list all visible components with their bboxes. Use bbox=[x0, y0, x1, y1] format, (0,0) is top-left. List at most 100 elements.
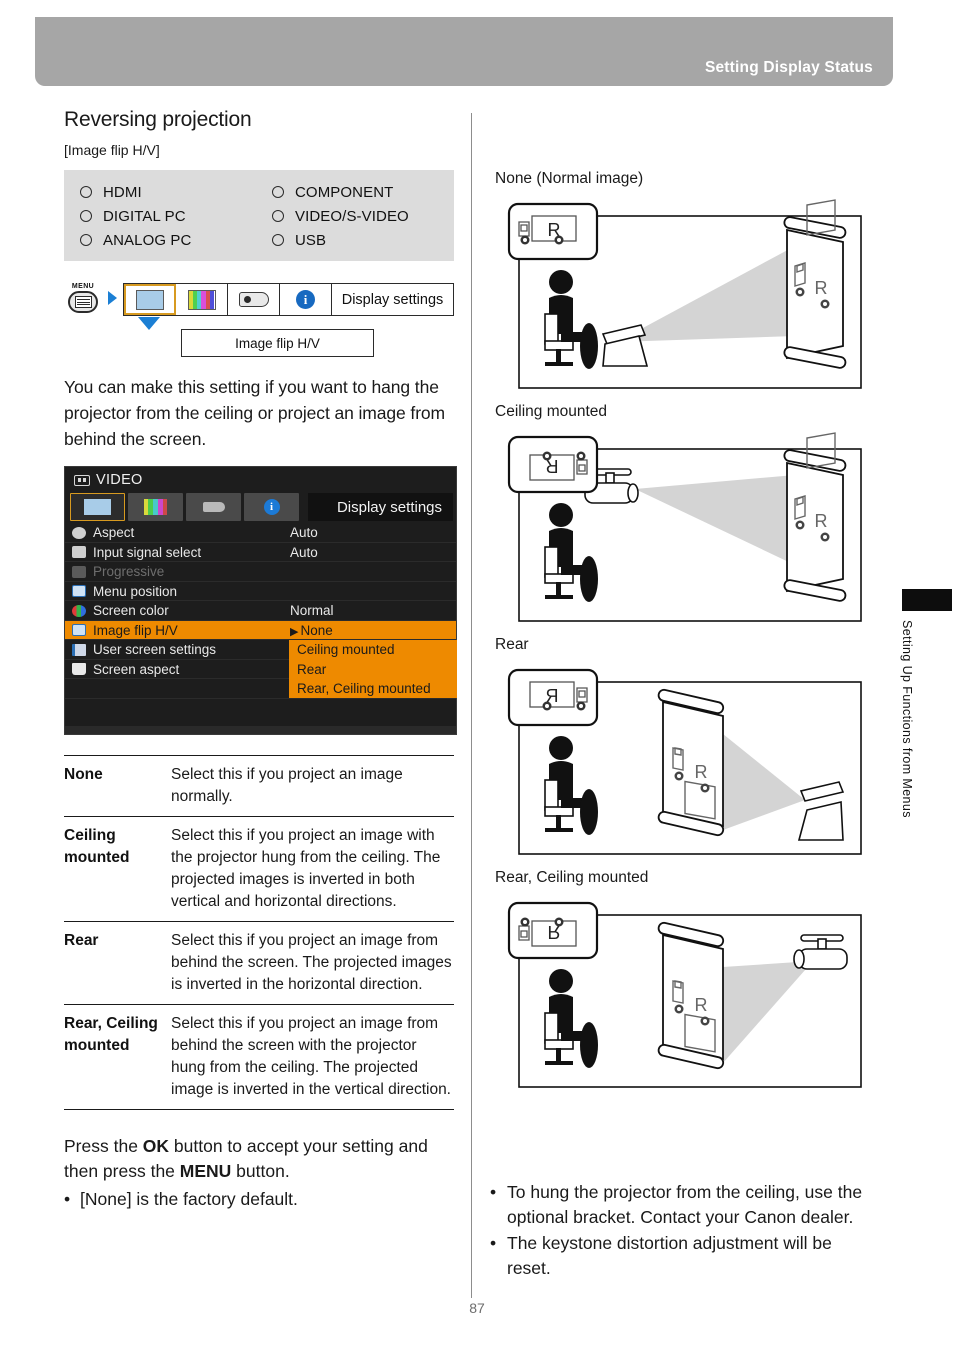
closing-text-c: button. bbox=[231, 1161, 290, 1182]
display-screen-icon[interactable] bbox=[124, 284, 176, 316]
screen-glyph bbox=[136, 289, 164, 310]
image-flip-icon bbox=[72, 624, 86, 636]
options-description-table: None Select this if you project an image… bbox=[64, 754, 454, 1110]
osd-tab-system-information[interactable]: i bbox=[244, 493, 299, 522]
osd-panel-title: Display settings bbox=[308, 493, 453, 522]
osd-row-label: Menu position bbox=[93, 583, 178, 599]
projector-glyph bbox=[238, 292, 269, 308]
osd-row-label: Image flip H/V bbox=[93, 622, 178, 638]
signal-item-video-s-video: VIDEO/S-VIDEO bbox=[272, 208, 454, 225]
osd-row-menu-position[interactable]: Menu position bbox=[65, 582, 456, 602]
osd-menu-list: Aspect Auto Input signal select Auto Pro… bbox=[65, 523, 457, 699]
osd-tab-image-adjustment[interactable] bbox=[128, 493, 183, 522]
closing-bullet-text: [None] is the factory default. bbox=[80, 1189, 298, 1210]
projector-icon bbox=[202, 502, 225, 513]
figure-ceiling-mounted: R R bbox=[495, 427, 863, 623]
signal-row: DIGITAL PC VIDEO/S-VIDEO bbox=[64, 204, 454, 228]
option-description: Select this if you project an image from… bbox=[171, 1014, 451, 1098]
osd-row-progressive: Progressive bbox=[65, 562, 456, 582]
table-row: Rear Select this if you project an image… bbox=[64, 920, 454, 1004]
info-glyph: i bbox=[296, 290, 315, 310]
bullet-icon: • bbox=[64, 1189, 71, 1210]
option-description: Select this if you project an image from… bbox=[171, 931, 452, 993]
osd-row-image-flip-hv[interactable]: Image flip H/V ▶ None bbox=[65, 620, 456, 641]
note-text: To hung the projector from the ceiling, … bbox=[507, 1182, 863, 1228]
progressive-icon bbox=[72, 565, 86, 578]
display-screen-icon bbox=[84, 499, 111, 516]
table-row: None Select this if you project an image… bbox=[64, 754, 454, 816]
osd-row-input-signal-select[interactable]: Input signal select Auto bbox=[65, 543, 456, 563]
osd-row-user-screen-settings[interactable]: User screen settings Ceiling mounted bbox=[65, 639, 457, 660]
radio-circle-icon bbox=[80, 234, 92, 247]
supported-signals-box: HDMI COMPONENT DIGITAL PC VIDEO/S-VIDEO bbox=[64, 170, 454, 262]
note-text: The keystone distortion adjustment will … bbox=[507, 1232, 832, 1279]
radio-circle-icon bbox=[80, 186, 92, 199]
closing-sentence: Press the OK button to accept your setti… bbox=[64, 1134, 454, 1185]
figure-caption-ceiling-mounted: Ceiling mounted bbox=[495, 403, 608, 420]
osd-footer bbox=[65, 698, 456, 726]
menu-lines-icon bbox=[74, 296, 92, 309]
menu-tab-bar: i Display settings bbox=[123, 283, 454, 317]
option-term: Rear bbox=[64, 931, 99, 949]
osd-row-label: Input signal select bbox=[93, 544, 202, 560]
user-screen-icon bbox=[72, 643, 86, 656]
color-bars-icon[interactable] bbox=[176, 284, 228, 316]
option-term: None bbox=[64, 765, 103, 783]
screen-color-icon bbox=[72, 604, 86, 617]
note-item: • To hung the projector from the ceiling… bbox=[490, 1180, 875, 1231]
osd-row-empty: Rear, Ceiling mounted bbox=[65, 678, 457, 699]
osd-source-label: VIDEO bbox=[96, 472, 143, 489]
info-icon[interactable]: i bbox=[280, 284, 332, 316]
column-divider bbox=[471, 113, 472, 1298]
signal-label: COMPONENT bbox=[295, 183, 394, 201]
figure-none-normal-image: R R bbox=[495, 194, 863, 390]
osd-tab-bar: i Display settings bbox=[65, 493, 456, 523]
radio-circle-icon bbox=[272, 210, 284, 223]
figure-caption-rear-ceiling-mounted: Rear, Ceiling mounted bbox=[495, 869, 649, 886]
video-source-icon bbox=[74, 474, 90, 486]
menu-button-icon: MENU bbox=[64, 283, 102, 316]
osd-row-label: User screen settings bbox=[93, 642, 217, 657]
osd-row-value: Auto bbox=[290, 544, 318, 560]
osd-row-aspect[interactable]: Aspect Auto bbox=[65, 523, 456, 543]
osd-row-label: Screen color bbox=[93, 603, 169, 618]
ok-button-name: OK bbox=[142, 1135, 170, 1156]
bullet-icon: • bbox=[490, 1232, 497, 1253]
figure-caption-none: None (Normal image) bbox=[495, 170, 644, 187]
osd-option-rear[interactable]: Rear bbox=[289, 659, 457, 679]
option-description: Select this if you project an image with… bbox=[171, 826, 441, 910]
radio-circle-icon bbox=[272, 186, 284, 199]
osd-option-rear-ceiling-mounted[interactable]: Rear, Ceiling mounted bbox=[289, 678, 457, 699]
svg-text:R: R bbox=[695, 995, 708, 1015]
osd-tab-display-settings[interactable] bbox=[70, 493, 125, 522]
menu-path-item: Image flip H/V bbox=[181, 329, 374, 358]
arrow-right-icon: ▶ bbox=[290, 625, 299, 638]
closing-instructions: Press the OK button to accept your setti… bbox=[64, 1134, 454, 1213]
signal-label: ANALOG PC bbox=[103, 231, 192, 249]
osd-option-none: None bbox=[300, 622, 333, 638]
osd-row-screen-aspect[interactable]: Screen aspect Rear bbox=[65, 659, 457, 680]
menu-button-name: MENU bbox=[179, 1161, 232, 1182]
arrow-right-icon bbox=[108, 291, 117, 306]
signal-item-digital-pc: DIGITAL PC bbox=[64, 208, 272, 225]
signal-item-component: COMPONENT bbox=[272, 184, 454, 201]
menu-navigation-path: MENU i Display settings Image flip H/V bbox=[64, 279, 454, 358]
osd-row-label: Progressive bbox=[93, 564, 165, 579]
osd-tab-install-settings[interactable] bbox=[186, 493, 241, 522]
menu-key-label: MENU bbox=[71, 283, 95, 291]
signal-label: HDMI bbox=[103, 183, 142, 201]
side-tab-label: Setting Up Functions from Menus bbox=[900, 620, 914, 818]
osd-option-ceiling-mounted[interactable]: Ceiling mounted bbox=[289, 639, 457, 660]
page-subtitle: [Image flip H/V] bbox=[64, 142, 160, 159]
signal-row: HDMI COMPONENT bbox=[64, 180, 454, 204]
bullet-icon: • bbox=[490, 1182, 497, 1202]
osd-row-screen-color[interactable]: Screen color Normal bbox=[65, 601, 456, 621]
menu-position-icon bbox=[72, 585, 86, 597]
screen-aspect-icon bbox=[72, 663, 86, 675]
svg-text:R: R bbox=[548, 922, 561, 942]
projector-icon[interactable] bbox=[228, 284, 280, 316]
table-row: Ceiling mounted Select this if you proje… bbox=[64, 815, 454, 921]
svg-text:R: R bbox=[546, 686, 559, 706]
signal-item-analog-pc: ANALOG PC bbox=[64, 232, 272, 249]
page-header-banner: Setting Display Status bbox=[35, 17, 893, 86]
